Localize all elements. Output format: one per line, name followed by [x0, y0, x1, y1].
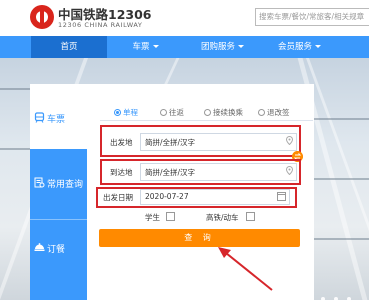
annotation-arrow-icon: [218, 247, 273, 291]
carousel-indicator: [321, 294, 360, 300]
